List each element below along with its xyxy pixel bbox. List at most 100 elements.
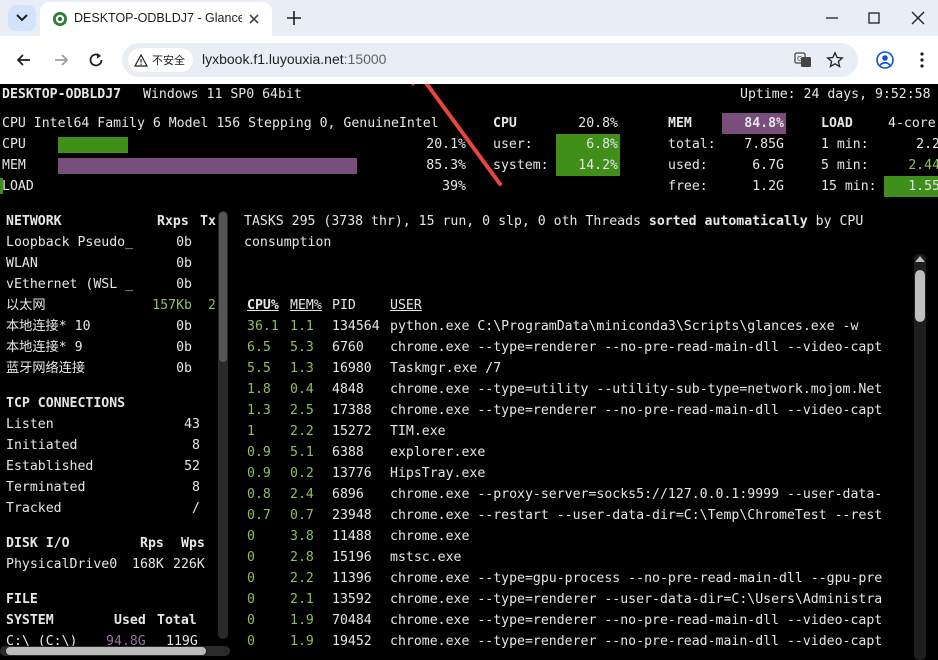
network-rx-value: 0b bbox=[176, 319, 192, 334]
address-bar[interactable]: 不安全 lyxbook.f1.luyouxia.net:15000 G bbox=[122, 43, 858, 77]
quicklook-load-value: 39% bbox=[442, 179, 466, 194]
browser-tab[interactable]: DESKTOP-ODBLDJ7 - Glances bbox=[40, 2, 272, 36]
more-menu-icon[interactable] bbox=[912, 50, 932, 70]
fs-col-used: Used bbox=[114, 613, 146, 628]
network-interface-name: 本地连接* 9 bbox=[6, 340, 83, 355]
maximize-icon[interactable] bbox=[864, 8, 884, 28]
disk-title: DISK I/O bbox=[6, 536, 70, 551]
quicklook-mem-bar bbox=[58, 158, 357, 174]
back-icon[interactable] bbox=[14, 50, 34, 70]
process-scrollbar-thumb[interactable] bbox=[915, 270, 925, 322]
forward-icon[interactable] bbox=[51, 50, 71, 70]
glances-dashboard: DESKTOP-ODBLDJ7 Windows 11 SP0 64bit Upt… bbox=[0, 84, 938, 660]
process-command: HipsTray.exe bbox=[390, 466, 486, 481]
tcp-state-label: Tracked bbox=[6, 501, 62, 516]
process-mem: 1.1 bbox=[290, 319, 314, 334]
network-interface-name: 以太网 bbox=[6, 298, 46, 313]
url-text[interactable]: lyxbook.f1.luyouxia.net:15000 bbox=[202, 51, 386, 67]
fs-title: FILE bbox=[6, 592, 38, 607]
quicklook-cpu-bar bbox=[58, 137, 128, 153]
load-15min-value: 1.55 bbox=[908, 179, 938, 194]
scroll-up-icon[interactable] bbox=[915, 256, 925, 262]
disk-col-w: Wps bbox=[181, 536, 205, 551]
tcp-state-label: Established bbox=[6, 459, 94, 474]
process-pid: 134564 bbox=[332, 319, 380, 334]
tcp-state-count: 43 bbox=[184, 417, 200, 432]
reload-icon[interactable] bbox=[86, 50, 106, 70]
tasks-summary-line2: consumption bbox=[244, 235, 332, 250]
process-command: explorer.exe bbox=[390, 445, 486, 460]
network-col-tx: Tx bbox=[200, 214, 216, 229]
network-interface-name: Loopback Pseudo_ bbox=[6, 235, 134, 250]
network-rx-value: 0b bbox=[176, 361, 192, 376]
network-rx-value: 0b bbox=[176, 277, 192, 292]
load-5min-value: 2.44 bbox=[908, 158, 938, 173]
network-rx-value: 0b bbox=[176, 256, 192, 271]
close-window-icon[interactable] bbox=[908, 8, 928, 28]
sidebar-hscrollbar-thumb[interactable] bbox=[6, 647, 206, 655]
process-command: Taskmgr.exe /7 bbox=[390, 361, 502, 376]
network-tx-value: 2 bbox=[208, 298, 216, 313]
process-cpu: 0.9 bbox=[247, 445, 271, 460]
disk-read: 168K bbox=[132, 557, 164, 572]
new-tab-icon[interactable] bbox=[284, 8, 304, 28]
sidebar-scrollbar-thumb[interactable] bbox=[219, 212, 227, 362]
process-pid: 13592 bbox=[332, 592, 372, 607]
process-mem: 1.9 bbox=[290, 613, 314, 628]
process-cpu: 0.9 bbox=[247, 466, 271, 481]
process-pid: 6388 bbox=[332, 445, 364, 460]
col-cpu-header[interactable]: CPU% bbox=[247, 295, 279, 316]
col-mem-header[interactable]: MEM% bbox=[290, 295, 322, 316]
tcp-state-count: / bbox=[192, 501, 200, 516]
mem-title: MEM bbox=[668, 116, 692, 131]
process-command: chrome.exe --type=renderer --no-pre-read… bbox=[390, 634, 883, 649]
load-cores: 4-core bbox=[888, 116, 936, 131]
tab-search-button[interactable] bbox=[8, 5, 36, 31]
disk-name: PhysicalDrive0 bbox=[6, 557, 118, 572]
quicklook-cpu-label: CPU bbox=[2, 137, 26, 152]
browser-toolbar: 不安全 lyxbook.f1.luyouxia.net:15000 G bbox=[0, 36, 938, 84]
process-command: chrome.exe --proxy-server=socks5://127.0… bbox=[390, 487, 883, 502]
quicklook-load-label: LOAD bbox=[2, 179, 34, 194]
cpu-user-value: 6.8% bbox=[586, 137, 618, 152]
security-indicator[interactable]: 不安全 bbox=[128, 48, 193, 72]
process-mem: 5.3 bbox=[290, 340, 314, 355]
process-mem: 2.5 bbox=[290, 403, 314, 418]
process-cpu: 1.8 bbox=[247, 382, 271, 397]
process-cpu: 0 bbox=[247, 529, 255, 544]
process-pid: 11488 bbox=[332, 529, 372, 544]
fs-col-total: Total bbox=[157, 613, 197, 628]
minimize-icon[interactable] bbox=[822, 8, 842, 28]
mem-total-value: 7.85G bbox=[744, 137, 784, 152]
url-port: :15000 bbox=[343, 51, 387, 67]
process-mem: 2.2 bbox=[290, 424, 314, 439]
load-5min-label: 5 min: bbox=[821, 158, 869, 173]
process-command: chrome.exe --type=renderer --no-pre-read… bbox=[390, 340, 883, 355]
network-title: NETWORK bbox=[6, 214, 62, 229]
cpu-title: CPU bbox=[493, 116, 517, 131]
process-cpu: 0 bbox=[247, 634, 255, 649]
process-cpu: 0 bbox=[247, 613, 255, 628]
quicklook-mem-label: MEM bbox=[2, 158, 26, 173]
url-host: lyxbook.f1.luyouxia.net bbox=[202, 51, 344, 67]
col-user-header[interactable]: USER bbox=[390, 295, 422, 316]
process-cpu: 1.3 bbox=[247, 403, 271, 418]
bookmark-star-icon[interactable] bbox=[826, 51, 844, 69]
process-command: mstsc.exe bbox=[390, 550, 462, 565]
profile-icon[interactable] bbox=[875, 50, 895, 70]
process-pid: 17388 bbox=[332, 403, 372, 418]
translate-icon[interactable]: G bbox=[794, 51, 812, 69]
svg-text:G: G bbox=[797, 55, 802, 63]
mem-used-value: 6.7G bbox=[752, 158, 784, 173]
process-mem: 3.8 bbox=[290, 529, 314, 544]
process-mem: 5.1 bbox=[290, 445, 314, 460]
col-pid-header[interactable]: PID bbox=[332, 295, 356, 316]
close-tab-icon[interactable] bbox=[246, 11, 262, 27]
process-cpu: 0 bbox=[247, 571, 255, 586]
network-rx-value: 0b bbox=[176, 235, 192, 250]
tasks-sorted: sorted bbox=[648, 214, 697, 229]
process-pid: 19452 bbox=[332, 634, 372, 649]
tasks-summary-text: TASKS 295 (3738 thr), 15 run, 0 slp, 0 o… bbox=[244, 214, 649, 229]
process-command: chrome.exe --restart --user-data-dir=C:\… bbox=[390, 508, 883, 523]
mem-free-value: 1.2G bbox=[752, 179, 784, 194]
